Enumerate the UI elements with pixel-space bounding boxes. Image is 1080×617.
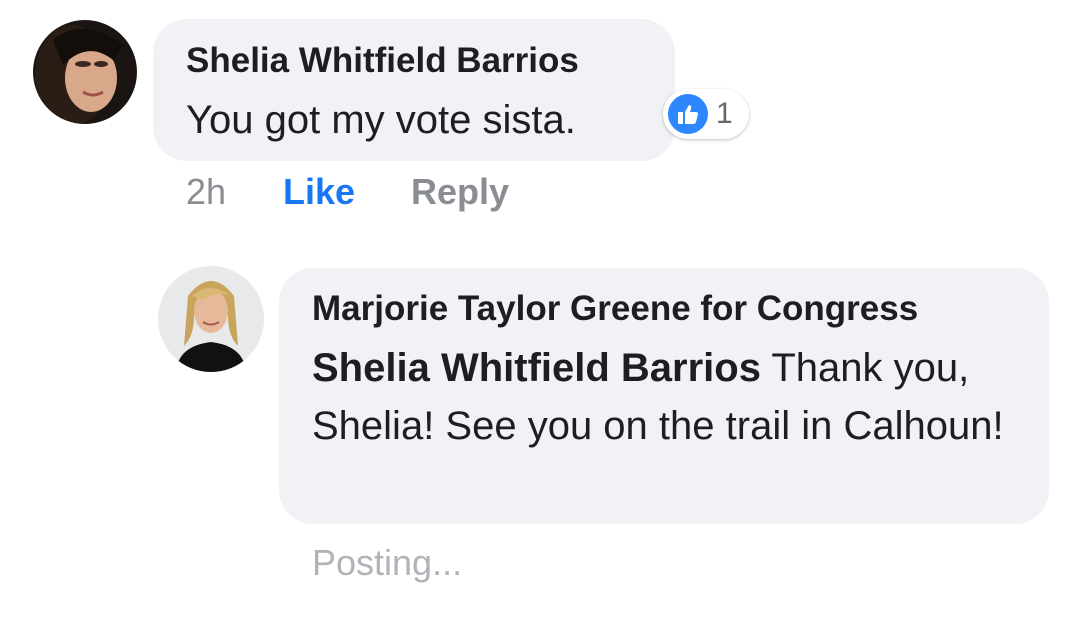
comment-author[interactable]: Shelia Whitfield Barrios [186,39,645,83]
profile-photo [158,266,264,372]
comment-thread: Shelia Whitfield Barrios You got my vote… [0,0,1080,617]
reply-text-block: Shelia Whitfield Barrios Thank you, Shel… [312,339,1019,455]
avatar[interactable] [158,266,264,372]
avatar[interactable] [33,20,137,124]
like-button[interactable]: Like [283,171,355,213]
profile-photo [33,20,137,124]
reply-button[interactable]: Reply [411,171,509,213]
posting-status: Posting... [312,542,463,583]
reply-author[interactable]: Marjorie Taylor Greene for Congress [312,287,1019,331]
comment-text: You got my vote sista. [186,98,576,142]
comment-timestamp[interactable]: 2h [186,171,226,213]
comment-bubble: Shelia Whitfield Barrios You got my vote… [153,19,675,161]
reply-mention[interactable]: Shelia Whitfield Barrios [312,346,761,390]
thumbs-up-icon [668,94,708,134]
reaction-badge[interactable]: 1 [663,89,749,139]
reaction-count: 1 [716,97,733,130]
reply-bubble: Marjorie Taylor Greene for Congress Shel… [279,268,1049,524]
